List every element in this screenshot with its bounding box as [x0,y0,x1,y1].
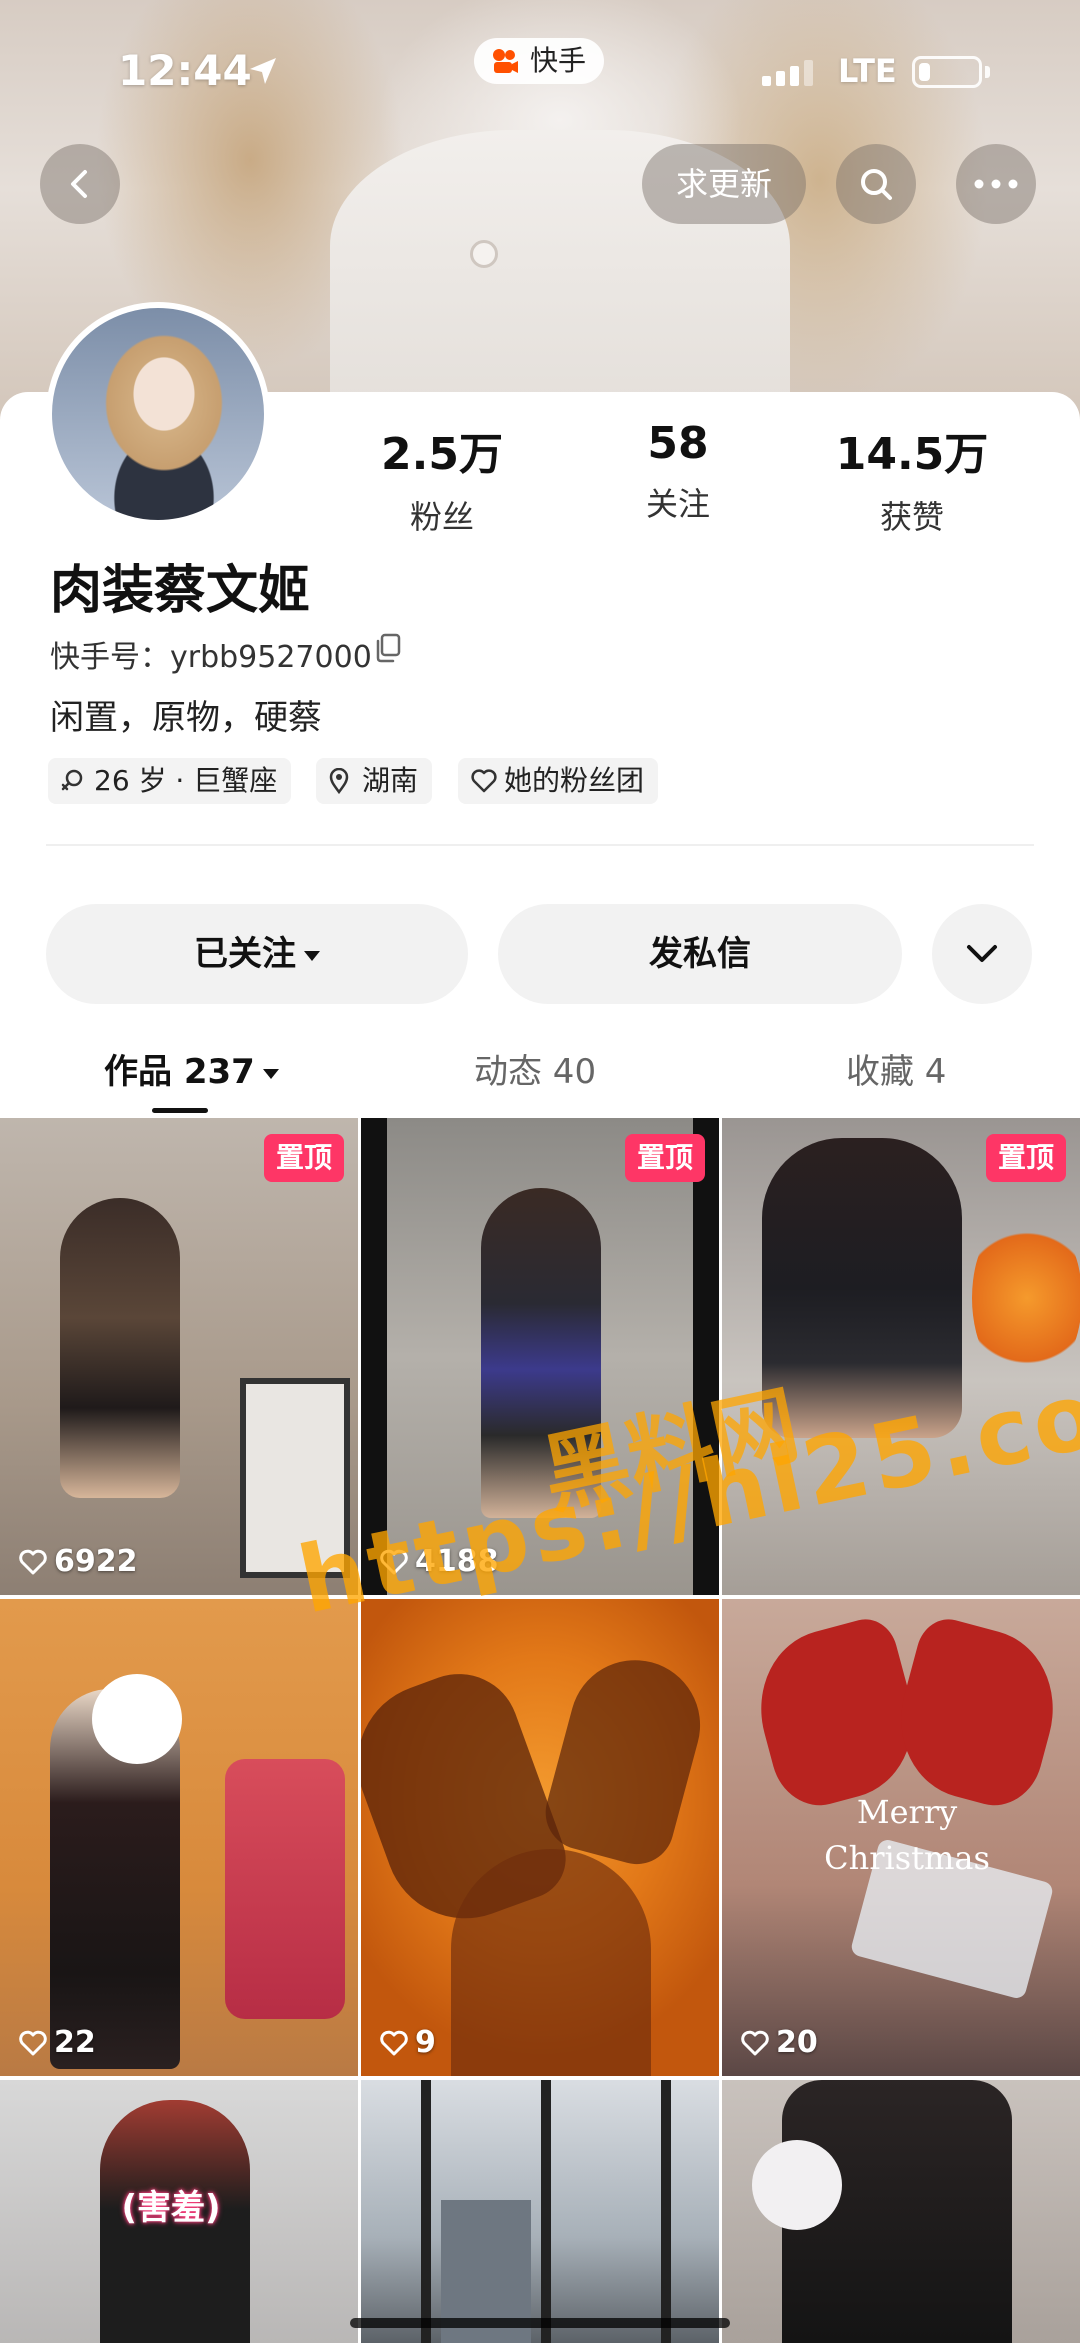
app-indicator[interactable]: 快手 [474,38,605,84]
tab-favorites[interactable]: 收藏 4 [846,1044,946,1093]
tag-location: 湖南 [316,758,433,804]
stat-followers[interactable]: 2.5万 粉丝 [342,418,542,538]
divider [46,844,1034,846]
home-indicator [350,2318,730,2328]
copy-icon[interactable] [374,633,402,663]
tab-indicator [152,1108,208,1113]
caret-down-icon [262,1068,279,1079]
grid-item[interactable] [722,2080,1080,2343]
tag-label: 湖南 [362,764,419,797]
thumbnail-shadow [451,1849,651,2076]
grid-item[interactable] [361,2080,719,2343]
face-cover-sticker [92,1674,182,1764]
more-options-button[interactable] [956,144,1036,224]
thumbnail-window-frame [541,2080,551,2343]
search-icon [861,169,892,200]
grid-item[interactable]: Merry Christmas 20 [722,1599,1080,2076]
battery-icon [912,56,982,88]
thumbnail-clothes-rack [225,1759,345,2019]
avatar[interactable] [46,302,270,526]
thumbnail-sticker [752,2140,842,2230]
tag-label: 她的粉丝团 [504,764,645,797]
stat-label: 关注 [645,485,710,523]
like-count: 6922 [18,1544,138,1579]
thumbnail-bow [882,1612,1072,1816]
location-arrow-icon [250,58,276,84]
like-count: 20 [740,2025,818,2060]
pinned-badge: 置顶 [985,1134,1066,1182]
heart-icon [19,1549,47,1575]
heart-icon [380,2030,408,2056]
chevron-down-icon [967,945,997,962]
like-count: 22 [18,2025,96,2060]
stat-following[interactable]: 58 关注 [578,418,778,525]
thumbnail-window-frame [421,2080,431,2343]
tag-age-zodiac: 26 岁 · 巨蟹座 [48,758,292,804]
stat-label: 粉丝 [409,498,474,536]
more-dots-icon [974,179,1018,189]
stat-value: 14.5万 [835,429,989,480]
location-pin-icon [329,768,349,794]
battery-level [919,63,930,81]
status-time: 12:44 [118,46,252,95]
thumbnail-overlay-text: (害羞) [121,2188,221,2228]
thumbnail-overlay-text: Merry Christmas [824,1793,990,1877]
kuaishou-logo-icon [493,49,518,73]
back-button[interactable] [40,144,120,224]
grid-item[interactable]: (害羞) [0,2080,358,2343]
heart-icon [741,2030,769,2056]
profile-name: 肉装蔡文姬 [50,561,311,621]
chevron-left-icon [71,170,87,198]
tag-label: 26 岁 · 巨蟹座 [94,764,278,797]
like-count-value: 9 [415,2025,436,2060]
caret-down-icon [304,950,320,961]
like-count-value: 20 [776,2025,818,2060]
tag-fan-club[interactable]: 她的粉丝团 [458,758,659,804]
pinned-badge: 置顶 [263,1134,344,1182]
tab-label: 作品 237 [104,1052,255,1092]
battery-tip [985,66,990,78]
message-label: 发私信 [649,934,751,974]
heart-icon [19,2030,47,2056]
tab-moments[interactable]: 动态 40 [474,1044,596,1093]
following-button[interactable]: 已关注 [46,904,468,1004]
works-grid: 置顶 6922 置顶 4188 置顶 22 9 Merry Christmas … [0,1118,1080,2343]
grid-item[interactable]: 置顶 6922 [0,1118,358,1595]
grid-item[interactable]: 22 [0,1599,358,2076]
search-button[interactable] [836,144,916,224]
stat-likes[interactable]: 14.5万 获赞 [812,418,1012,538]
request-update-button[interactable]: 求更新 [642,144,806,224]
kwai-id: 快手号：yrbb9527000 [50,640,372,675]
banner-artwork-detail [470,240,498,268]
signal-icon [762,60,813,86]
stat-value: 58 [647,418,709,469]
gender-female-icon [61,769,83,791]
thumbnail-shadow [537,1645,715,1873]
following-label: 已关注 [194,934,296,974]
expand-button[interactable] [932,904,1032,1004]
message-button[interactable]: 发私信 [498,904,902,1004]
like-count: 9 [379,2025,436,2060]
tab-works[interactable]: 作品 237 [104,1044,279,1093]
grid-item[interactable]: 9 [361,1599,719,2076]
thumbnail-window-frame [661,2080,671,2343]
heart-badge-icon [471,769,497,793]
app-name: 快手 [530,44,587,77]
thumbnail-figure [60,1198,180,1498]
stat-value: 2.5万 [381,429,503,480]
thumbnail-flowers [972,1208,1080,1388]
stat-label: 获赞 [879,498,944,536]
profile-bio: 闲置，原物，硬蔡 [50,698,322,738]
like-count-value: 6922 [54,1544,138,1579]
pinned-badge: 置顶 [624,1134,705,1182]
network-type: LTE [838,52,897,90]
like-count-value: 22 [54,2025,96,2060]
